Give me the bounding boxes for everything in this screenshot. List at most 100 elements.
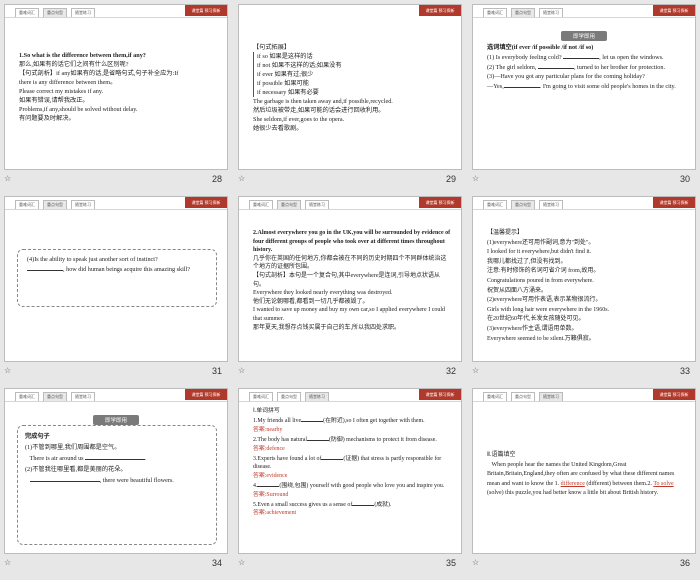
- answer-4: 答案:Surround: [253, 491, 289, 498]
- star-icon[interactable]: ☆: [472, 366, 479, 388]
- phrase-item: if ever 如果有过;很少: [257, 71, 314, 78]
- page-number: 34: [211, 558, 222, 568]
- sentence-en: 1.So what is the difference between them…: [19, 52, 146, 59]
- answer-blank[interactable]: [257, 480, 280, 488]
- slide-34[interactable]: 重难词汇 重点句型 随堂练习 课堂篇 预习探新 即学即用 完成句子 (1)不管到…: [4, 388, 228, 554]
- page-number: 35: [445, 558, 456, 568]
- sentence-cn: 几乎你在英国的任何地方,你都会被在不同的历史时期四个不同群体统治这个地方的证据所…: [253, 255, 447, 271]
- passage: When people hear the names the United Ki…: [487, 461, 685, 499]
- answer-3: 答案:evidence: [253, 472, 288, 479]
- tip-line: (2)everywhere可用作表语,表示某物很流行。: [487, 297, 602, 304]
- example-en: Congratulations poured in from everywher…: [487, 277, 594, 284]
- answer-5: 答案:achievement: [253, 510, 297, 517]
- answer-1: 答案:nearby: [253, 426, 283, 433]
- example-en: I wanted to save up money and buy my own…: [253, 307, 446, 322]
- brand-label: 课堂篇 预习探新: [653, 197, 695, 208]
- phrase-item: if possible 如果可能: [257, 80, 309, 87]
- phrase-item: if not 如果不这样的话;如果没有: [257, 62, 342, 69]
- practice-pill: 即学即用: [560, 31, 608, 41]
- question-2: 2.The body has natural: [253, 437, 307, 444]
- answer-blank[interactable]: [321, 453, 344, 461]
- brand-label: 课堂篇 预习探新: [419, 197, 461, 208]
- star-icon[interactable]: ☆: [472, 174, 479, 196]
- slide-30[interactable]: 重难词汇 重点句型 随堂练习 课堂篇 预习探新 即学即用 选词填空(if eve…: [472, 4, 696, 170]
- answer-blank[interactable]: [306, 434, 329, 442]
- question-3-cont: . I'm going to visit some old people's h…: [539, 83, 676, 90]
- slide-29[interactable]: 课堂篇 预习探新 【句式拓展】 if so 如果是这样的话 if not 如果不…: [238, 4, 462, 170]
- answer-blank[interactable]: [301, 415, 324, 423]
- question-1-end: .: [145, 455, 147, 462]
- question-4-cont: (围绕,包围) yourself with good people who lo…: [279, 483, 445, 490]
- answer-1: difference: [560, 480, 585, 487]
- question-4-cont: , how did human beings acquire this amaz…: [63, 266, 190, 273]
- page-number: 32: [445, 366, 456, 376]
- answer-blank[interactable]: [352, 499, 375, 507]
- example-en: Girls with long hair were everywhere in …: [487, 306, 610, 313]
- example-cn: 祝贺从四面八方涌来。: [487, 287, 548, 294]
- question-2-cont: , turned to her brother for protection.: [573, 64, 666, 71]
- answer-blank[interactable]: [29, 475, 100, 482]
- brand-label: 课堂篇 预习探新: [653, 5, 695, 16]
- slide-32[interactable]: 重难词汇 重点句型 随堂练习 课堂篇 预习探新 2.Almost everywh…: [238, 196, 462, 362]
- question-1: (1) Is everybody feeling cold?: [487, 54, 562, 61]
- brand-label: 课堂篇 预习探新: [653, 389, 695, 400]
- page-number: 29: [445, 174, 456, 184]
- question-1-cont: (在附近),so I often get together with them.: [323, 418, 425, 425]
- answer-blank[interactable]: [85, 453, 146, 460]
- answer-blank[interactable]: [537, 62, 574, 69]
- star-icon[interactable]: ☆: [238, 174, 245, 196]
- question-1: 1.My friends all live: [253, 418, 302, 425]
- exercise-title: 完成句子: [25, 433, 50, 440]
- example-cn: 如果有错误,请帮我改正。: [19, 97, 89, 104]
- page-number: 28: [211, 174, 222, 184]
- example-en: Everywhere seemed to be silent.万籁俱寂。: [487, 335, 595, 342]
- page-number: 36: [679, 558, 690, 568]
- analysis-cont: there is any difference between them。: [19, 79, 117, 86]
- question-3-reply: —Yes,: [487, 83, 504, 90]
- example-cn: 然后垃圾被带走,如果可能的话会进行回收利用。: [253, 107, 385, 114]
- sentence-cn: 那么,如果有的话它们之间有什么区别呢?: [19, 61, 129, 68]
- phrase-item: if necessary 如果有必要: [257, 89, 319, 96]
- example-en: Everywhere they looked nearly everything…: [253, 290, 393, 297]
- question-2-cont: (防御) mechanisms to protect it from disea…: [328, 437, 437, 444]
- question-3: 3.Experts have found a lot of: [253, 456, 322, 463]
- slide-28[interactable]: 重难词汇 重点句型 随堂练习 课堂篇 预习探新 1.So what is the…: [4, 4, 228, 170]
- star-icon[interactable]: ☆: [4, 366, 11, 388]
- answer-blank[interactable]: [27, 264, 63, 271]
- passage-text: (solve) this puzzle,you had better know …: [487, 490, 659, 497]
- brand-label: 课堂篇 预习探新: [185, 197, 227, 208]
- example-en: The garbage is then taken away and,if po…: [253, 98, 393, 105]
- brand-label: 课堂篇 预习探新: [419, 389, 461, 400]
- question-4: (4)Is the ability to speak just another …: [27, 256, 158, 263]
- slide-31[interactable]: 重难词汇 重点句型 随堂练习 课堂篇 预习探新 (4)Is the abilit…: [4, 196, 228, 362]
- page-number: 30: [679, 174, 690, 184]
- question-2: (2)不管我往哪里看,都是美丽的花朵。: [25, 466, 127, 473]
- question-2: (2) The girl seldom,: [487, 64, 537, 71]
- example-cn: 那年夏天,我想存点钱买属于自己的车,所以我四处求职。: [253, 324, 401, 331]
- question-2-en: , there were beautiful flowers.: [99, 477, 174, 484]
- section-heading: Ⅰ.单词拼写: [253, 408, 280, 414]
- passage-text: (different) between them.2.: [586, 480, 652, 487]
- phrase-item: if so 如果是这样的话: [257, 53, 313, 60]
- answer-blank[interactable]: [563, 52, 600, 59]
- tip-line: (3)everywhere作主语,谓语用单数。: [487, 325, 578, 332]
- slide-33[interactable]: 重难词汇 重点句型 随堂练习 课堂篇 预习探新 【温馨提示】 (1)everyw…: [472, 196, 696, 362]
- example-cn: 我哪儿都找过了,但没有找到。: [487, 258, 567, 265]
- brand-label: 课堂篇 预习探新: [185, 5, 227, 16]
- analysis: 【句式剖析】if any如果有的话,是省略句式,句子补全应为:If: [19, 70, 179, 77]
- star-icon[interactable]: ☆: [4, 174, 11, 196]
- question-1: (1)不管到哪里,我们周围都是空气。: [25, 444, 121, 451]
- brand-label: 课堂篇 预习探新: [419, 5, 461, 16]
- answer-2: To solve: [653, 480, 674, 487]
- example-cn: 他们无论朝哪看,都看到一切几乎都被毁了。: [253, 298, 369, 305]
- page-number: 31: [211, 366, 222, 376]
- tip-line: 注意:有时修饰的名词可省介词 from,故用。: [487, 268, 600, 275]
- answer-blank[interactable]: [503, 81, 540, 88]
- example-en: I looked for it everywhere,but didn't fi…: [487, 249, 592, 256]
- example-en: She seldom,if ever,goes to the opera.: [253, 116, 345, 123]
- question-5: 5.Even a small success gives us a sense …: [253, 502, 353, 509]
- star-icon[interactable]: ☆: [238, 366, 245, 388]
- slide-36[interactable]: 重难词汇 重点句型 随堂练习 课堂篇 预习探新 Ⅱ.语篇填空 When peop…: [472, 388, 696, 554]
- question-5-cont: (成就).: [374, 502, 392, 509]
- slide-35[interactable]: 重难词汇 重点句型 随堂练习 课堂篇 预习探新 Ⅰ.单词拼写 1.My frie…: [238, 388, 462, 554]
